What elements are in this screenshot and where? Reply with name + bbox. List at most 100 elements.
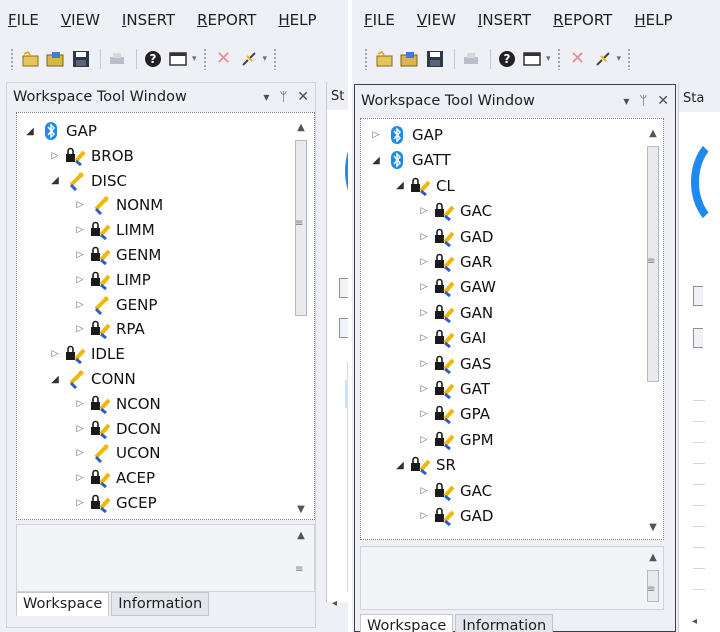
tree-node-gpm[interactable]: ▷ GPM — [417, 428, 494, 452]
expand-triangle-icon[interactable]: ▷ — [73, 399, 87, 409]
tool-button[interactable] — [693, 328, 703, 348]
tree-node-brob[interactable]: ▷ BROB — [48, 144, 134, 168]
tree-node-conn[interactable]: ◢ CONN — [48, 367, 136, 391]
expand-triangle-icon[interactable]: ▷ — [417, 232, 431, 242]
close-icon[interactable]: ✕ — [297, 89, 309, 105]
results-row[interactable] — [693, 548, 705, 569]
tree-node-nonm[interactable]: ▷ NONM — [73, 193, 163, 217]
expand-triangle-icon[interactable]: ▷ — [73, 275, 87, 285]
new-project-icon[interactable] — [20, 48, 42, 70]
results-row[interactable] — [693, 527, 705, 548]
collapse-triangle-icon[interactable]: ◢ — [48, 175, 62, 186]
scroll-down-icon[interactable]: ▼ — [644, 518, 662, 536]
toolbar-grip[interactable] — [627, 48, 632, 70]
new-project-icon[interactable] — [374, 48, 396, 70]
document-tab[interactable]: St — [327, 82, 348, 110]
tree-node-genm[interactable]: ▷ GENM — [73, 243, 161, 267]
results-row[interactable] — [693, 485, 705, 506]
expand-triangle-icon[interactable]: ▷ — [73, 324, 87, 334]
tree-node-sr[interactable]: ◢ SR — [393, 453, 456, 477]
close-icon[interactable]: ✕ — [657, 93, 669, 109]
expand-triangle-icon[interactable]: ▷ — [417, 257, 431, 267]
expand-triangle-icon[interactable]: ▷ — [73, 424, 87, 434]
tree-node-gap[interactable]: ◢ GAP — [23, 119, 97, 143]
menu-report[interactable]: REPORT — [553, 11, 612, 29]
expand-triangle-icon[interactable]: ▷ — [48, 151, 62, 161]
tree-node-acep[interactable]: ▷ ACEP — [73, 466, 155, 490]
workspace-tree[interactable]: ▷ GAP ◢ GATT ◢ CL ▷ GAC ▷ GAD ▷ GAR ▷ GAW ▷ GAN ▷ GAI ▷ GAS… — [360, 118, 664, 540]
delete-icon[interactable]: ✕ — [213, 48, 235, 70]
tool-button[interactable] — [339, 318, 348, 338]
help-icon[interactable]: ? — [496, 48, 518, 70]
info-scrollbar[interactable]: ▲ ≡ — [292, 526, 310, 588]
help-icon[interactable]: ? — [142, 48, 164, 70]
tree-node-gatt[interactable]: ◢ GATT — [369, 148, 451, 172]
expand-triangle-icon[interactable]: ▷ — [417, 308, 431, 318]
tree-node-cl[interactable]: ◢ CL — [393, 174, 455, 198]
collapse-triangle-icon[interactable]: ◢ — [393, 460, 407, 471]
document-tab[interactable]: Sta — [679, 84, 720, 112]
window-position-icon[interactable]: ▾ — [623, 94, 629, 108]
tree-node-gan[interactable]: ▷ GAN — [417, 301, 493, 325]
scroll-left-icon[interactable]: ◂ — [332, 598, 337, 609]
results-row[interactable] — [693, 443, 705, 464]
tree-node-limp[interactable]: ▷ LIMP — [73, 268, 151, 292]
toolbar-overflow-icon[interactable]: ▾ — [546, 54, 551, 64]
results-row[interactable] — [693, 380, 705, 401]
toolbar-overflow-icon[interactable]: ▾ — [263, 54, 268, 64]
window-icon[interactable] — [521, 48, 543, 70]
tab-workspace[interactable]: Workspace — [360, 614, 454, 632]
tab-workspace[interactable]: Workspace — [16, 592, 110, 616]
menu-insert[interactable]: INSERT — [122, 11, 175, 29]
save-icon[interactable] — [70, 48, 92, 70]
test-button[interactable] — [339, 278, 348, 298]
toolbar-grip[interactable] — [273, 48, 278, 70]
tree-node-gad[interactable]: ▷ GAD — [417, 225, 493, 249]
tab-information[interactable]: Information — [111, 592, 210, 616]
disconnect-icon[interactable] — [238, 48, 260, 70]
toolbar-overflow-icon[interactable]: ▾ — [617, 54, 622, 64]
scroll-down-icon[interactable]: ▼ — [292, 500, 310, 518]
print-icon[interactable] — [460, 48, 482, 70]
scroll-up-icon[interactable]: ▲ — [644, 124, 662, 142]
open-project-icon[interactable] — [45, 48, 67, 70]
menu-file[interactable]: FILE — [364, 11, 395, 29]
expand-triangle-icon[interactable]: ▷ — [417, 384, 431, 394]
tree-scrollbar[interactable]: ▲ ≡ ▼ — [644, 124, 662, 536]
tree-node-gas[interactable]: ▷ GAS — [417, 352, 491, 376]
tree-node-gac[interactable]: ▷ GAC — [417, 199, 492, 223]
toolbar-grip[interactable] — [202, 48, 207, 70]
test-button[interactable] — [693, 286, 703, 306]
pin-icon[interactable]: ᛘ — [279, 90, 287, 105]
expand-triangle-icon[interactable]: ▷ — [417, 435, 431, 445]
save-icon[interactable] — [424, 48, 446, 70]
tree-node-idle[interactable]: ▷ IDLE — [48, 342, 125, 366]
expand-triangle-icon[interactable]: ▷ — [417, 359, 431, 369]
toolbar-grip[interactable] — [556, 48, 561, 70]
results-row[interactable] — [693, 506, 705, 527]
expand-triangle-icon[interactable]: ▷ — [73, 448, 87, 458]
tree-node-gar[interactable]: ▷ GAR — [417, 250, 492, 274]
tree-node-ucon[interactable]: ▷ UCON — [73, 441, 160, 465]
tree-node-rpa[interactable]: ▷ RPA — [73, 317, 145, 341]
toolbar-grip[interactable] — [10, 48, 14, 70]
tree-node-ncon[interactable]: ▷ NCON — [73, 392, 161, 416]
expand-triangle-icon[interactable]: ▷ — [73, 300, 87, 310]
scroll-up-icon[interactable]: ▲ — [292, 118, 310, 136]
workspace-tree[interactable]: ◢ GAP ▷ BROB ◢ DISC ▷ NONM ▷ LIMM ▷ GENM ▷ LIMP ▷ GENP ▷… — [16, 112, 315, 520]
menu-view[interactable]: VIEW — [61, 11, 100, 29]
tree-node-gac[interactable]: ▷ GAC — [417, 479, 492, 503]
expand-triangle-icon[interactable]: ▷ — [417, 511, 431, 521]
tree-node-gad[interactable]: ▷ GAD — [417, 504, 493, 528]
expand-triangle-icon[interactable]: ▷ — [73, 498, 87, 508]
menu-help[interactable]: HELP — [278, 11, 316, 29]
expand-triangle-icon[interactable]: ▷ — [73, 250, 87, 260]
tree-node-gpa[interactable]: ▷ GPA — [417, 402, 490, 426]
tree-node-genp[interactable]: ▷ GENP — [73, 293, 157, 317]
menu-insert[interactable]: INSERT — [478, 11, 531, 29]
tree-node-dcon[interactable]: ▷ DCON — [73, 417, 161, 441]
expand-triangle-icon[interactable]: ▷ — [73, 473, 87, 483]
expand-triangle-icon[interactable]: ▷ — [417, 282, 431, 292]
scroll-left-icon[interactable]: ◂ — [692, 616, 697, 627]
expand-triangle-icon[interactable]: ▷ — [48, 349, 62, 359]
